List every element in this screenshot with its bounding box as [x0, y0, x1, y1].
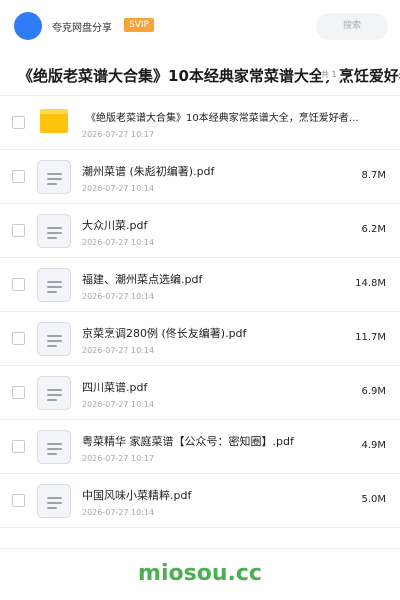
file-date: 2026-07-27 10:17 [82, 454, 155, 463]
brand-name: 夸克网盘分享 [52, 23, 112, 34]
document-icon [37, 160, 71, 194]
list-item[interactable]: 潮州菜谱 (朱彪初编著).pdf 2026-07-27 10:14 8.7M [0, 150, 400, 204]
file-date: 2026-07-27 10:14 [82, 400, 155, 409]
row-checkbox[interactable] [12, 386, 25, 399]
file-date: 2026-07-27 10:14 [82, 184, 155, 193]
file-name[interactable]: 四川菜谱.pdf [82, 379, 352, 395]
share-title-bar: 《绝版老菜谱大合集》10本经典家常菜谱大全，烹饪爱好者 共 1 [0, 52, 400, 96]
watermark: miosou.cc [138, 561, 262, 586]
list-item[interactable]: 四川菜谱.pdf 2026-07-27 10:14 6.9M [0, 366, 400, 420]
page-title: 《绝版老菜谱大合集》10本经典家常菜谱大全，烹饪爱好者 [18, 67, 400, 85]
file-name[interactable]: 粤菜精华 家庭菜谱【公众号：密知圈】.pdf [82, 433, 352, 449]
row-checkbox[interactable] [12, 278, 25, 291]
document-icon [37, 430, 71, 464]
document-icon [37, 484, 71, 518]
file-size: 14.8M [355, 278, 386, 289]
file-name[interactable]: 中国风味小菜精粹.pdf [82, 487, 352, 503]
file-name[interactable]: 大众川菜.pdf [82, 217, 352, 233]
file-name[interactable]: 京菜烹调280例 (佟长友编著).pdf [82, 325, 352, 341]
folder-icon [40, 109, 68, 133]
file-size: 4.9M [361, 440, 386, 451]
document-icon [37, 214, 71, 248]
row-checkbox[interactable] [12, 332, 25, 345]
row-checkbox[interactable] [12, 116, 25, 129]
file-size: 5.0M [361, 494, 386, 505]
file-date: 2026-07-27 10:14 [82, 346, 155, 355]
list-item[interactable]: 《绝版老菜谱大合集》10本经典家常菜谱大全，烹饪爱好者必备 2026-07-27… [0, 96, 400, 150]
file-date: 2026-07-27 10:14 [82, 508, 155, 517]
file-name[interactable]: 潮州菜谱 (朱彪初编著).pdf [82, 163, 352, 179]
app-header: 夸克网盘分享 SVIP 搜索 [0, 0, 400, 52]
search-input[interactable]: 搜索 [316, 13, 388, 40]
row-checkbox[interactable] [12, 170, 25, 183]
file-count: 共 1 [321, 69, 337, 80]
list-item[interactable]: 中国风味小菜精粹.pdf 2026-07-27 10:14 5.0M [0, 474, 400, 528]
row-checkbox[interactable] [12, 440, 25, 453]
document-icon [37, 322, 71, 356]
file-size: 6.9M [361, 386, 386, 397]
file-date: 2026-07-27 10:17 [82, 130, 155, 139]
file-date: 2026-07-27 10:14 [82, 292, 155, 301]
file-size: 8.7M [361, 170, 386, 181]
svip-badge: SVIP [124, 18, 154, 32]
file-list: 《绝版老菜谱大合集》10本经典家常菜谱大全，烹饪爱好者必备 2026-07-27… [0, 96, 400, 528]
row-checkbox[interactable] [12, 494, 25, 507]
document-icon [37, 268, 71, 302]
file-name[interactable]: 福建、潮州菜点选编.pdf [82, 271, 352, 287]
list-item[interactable]: 粤菜精华 家庭菜谱【公众号：密知圈】.pdf 2026-07-27 10:17 … [0, 420, 400, 474]
footer: miosou.cc [0, 548, 400, 600]
list-item[interactable]: 京菜烹调280例 (佟长友编著).pdf 2026-07-27 10:14 11… [0, 312, 400, 366]
avatar[interactable] [14, 12, 42, 40]
list-item[interactable]: 大众川菜.pdf 2026-07-27 10:14 6.2M [0, 204, 400, 258]
file-name[interactable]: 《绝版老菜谱大合集》10本经典家常菜谱大全，烹饪爱好者必备 [86, 109, 364, 124]
file-size: 11.7M [355, 332, 386, 343]
row-checkbox[interactable] [12, 224, 25, 237]
list-item[interactable]: 福建、潮州菜点选编.pdf 2026-07-27 10:14 14.8M [0, 258, 400, 312]
file-date: 2026-07-27 10:14 [82, 238, 155, 247]
document-icon [37, 376, 71, 410]
file-size: 6.2M [361, 224, 386, 235]
